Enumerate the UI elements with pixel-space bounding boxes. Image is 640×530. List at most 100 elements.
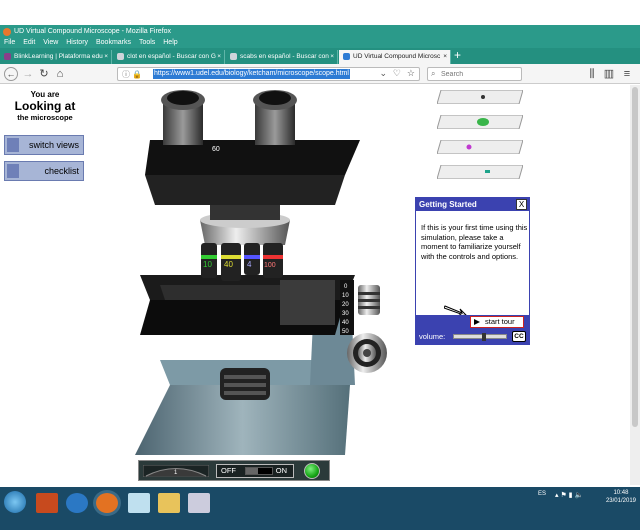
view-label-line3: the microscope [17, 113, 73, 122]
menu-tools[interactable]: Tools [139, 39, 155, 46]
objective-40x[interactable]: 40 [221, 243, 241, 281]
volume-bar: volume: CC [416, 329, 529, 344]
tab-close-icon[interactable]: × [104, 50, 108, 64]
bookmark-star-icon[interactable]: ☆ [407, 68, 415, 79]
sidebar-icon[interactable]: ▥ [602, 67, 616, 81]
view-label-line1: You are [30, 90, 60, 99]
light-switch[interactable]: OFF ON [216, 464, 294, 478]
light-control-panel: 1 OFF ON [138, 460, 330, 481]
right-eyepiece[interactable] [253, 90, 297, 145]
back-button[interactable]: ← [4, 67, 18, 81]
page-scrollbar[interactable] [630, 85, 640, 485]
checklist-button[interactable]: checklist [4, 161, 84, 181]
menu-edit[interactable]: Edit [23, 39, 35, 46]
slide-4[interactable] [436, 164, 524, 180]
start-tour-button[interactable]: start tour [470, 316, 524, 328]
tab-close-icon[interactable]: × [217, 50, 221, 64]
tab-favicon [4, 53, 11, 60]
menu-icon[interactable]: ≡ [620, 67, 634, 81]
dialog-close-button[interactable]: X [516, 199, 527, 210]
tab-favicon [343, 53, 350, 60]
play-icon [474, 319, 480, 325]
volume-slider[interactable] [453, 333, 507, 341]
search-input[interactable] [441, 69, 519, 80]
clock[interactable]: 10:48 23/01/2019 [606, 489, 636, 505]
volume-label: volume: [419, 332, 446, 341]
dropdown-icon[interactable]: ⌄ [379, 68, 387, 79]
microscope-illustration: 0 10 20 30 40 50 10 40 4 100 60 [135, 90, 387, 455]
search-icon: ⌕ [431, 69, 436, 78]
stage-knob[interactable] [358, 285, 380, 315]
menu-help[interactable]: Help [163, 39, 177, 46]
dialog-body: If this is your first time using this si… [421, 223, 528, 261]
reload-button[interactable]: ↻ [37, 67, 51, 81]
tab-blinklearning[interactable]: BlinkLearning | Plataforma edu × [0, 50, 112, 64]
objective-label: 100 [264, 262, 276, 269]
search-box[interactable]: ⌕ [427, 67, 522, 81]
address-bar[interactable]: ⓘ 🔒 https://www1.udel.edu/biology/ketcha… [117, 67, 420, 81]
tab-scabs[interactable]: scabs en español - Buscar con × [226, 50, 338, 64]
firefox-icon [3, 28, 11, 36]
slide-3-graphic [436, 139, 524, 155]
microscope-head [145, 140, 360, 175]
firefox-taskbar-icon[interactable] [96, 493, 118, 513]
objective-label: 4 [247, 260, 252, 269]
menu-history[interactable]: History [66, 39, 88, 46]
url-text[interactable]: https://www1.udel.edu/biology/ketcham/mi… [153, 69, 350, 79]
tour-bar: start tour [416, 315, 529, 329]
objective-100x[interactable]: 100 [263, 243, 283, 278]
menu-bar: File Edit View History Bookmarks Tools H… [0, 38, 640, 48]
focus-knob[interactable] [347, 333, 387, 373]
slide-3[interactable] [436, 139, 524, 155]
objective-label: 10 [203, 260, 212, 269]
window-title: UD Virtual Compound Microscope - Mozilla… [14, 28, 172, 35]
tab-label: UD Virtual Compound Microsc [353, 53, 441, 60]
site-info-icon[interactable]: ⓘ 🔒 [122, 69, 142, 80]
tab-label: clot en español - Buscar con G [127, 53, 216, 60]
start-tour-label: start tour [485, 317, 515, 326]
slide-4-graphic [436, 164, 524, 180]
language-indicator[interactable]: ES [538, 491, 546, 497]
scroll-thumb[interactable] [632, 87, 638, 427]
start-button[interactable] [4, 491, 26, 513]
library-icon[interactable]: ⫼ [585, 67, 599, 81]
view-label-line2: Looking at [14, 99, 76, 113]
switch-views-label: switch views [28, 140, 79, 150]
menu-view[interactable]: View [43, 39, 58, 46]
app-taskbar-icon[interactable] [128, 493, 150, 513]
tab-clot[interactable]: clot en español - Buscar con G × [113, 50, 225, 64]
closed-captions-button[interactable]: CC [512, 331, 526, 342]
switch-on-label: ON [275, 466, 287, 475]
tab-favicon [117, 53, 124, 60]
stage-scale-label: 10 [342, 293, 349, 299]
slide-2[interactable] [436, 114, 524, 130]
internet-explorer-icon[interactable] [66, 493, 88, 513]
switch-views-button[interactable]: switch views [4, 135, 84, 155]
forward-button[interactable]: → [21, 67, 35, 81]
file-explorer-icon[interactable] [158, 493, 180, 513]
menu-file[interactable]: File [4, 39, 15, 46]
getting-started-dialog: Getting Started X If this is your first … [415, 197, 530, 345]
new-tab-button[interactable]: + [454, 48, 461, 63]
tab-close-icon[interactable]: × [330, 50, 334, 64]
objective-4x[interactable]: 4 [244, 243, 260, 275]
button-tab-icon [7, 164, 19, 178]
tab-bar: BlinkLearning | Plataforma edu × clot en… [0, 48, 640, 64]
tab-microscope[interactable]: UD Virtual Compound Microsc × [339, 50, 451, 64]
menu-bookmarks[interactable]: Bookmarks [96, 39, 131, 46]
light-intensity-dial[interactable]: 1 [143, 465, 209, 477]
left-eyepiece[interactable] [161, 90, 205, 145]
home-button[interactable]: ⌂ [53, 67, 67, 81]
pocket-icon[interactable]: ♡ [393, 68, 401, 79]
switch-toggle[interactable] [245, 467, 273, 475]
volume-slider-knob[interactable] [481, 333, 486, 341]
light-indicator [304, 463, 320, 479]
stage-scale-label: 50 [342, 329, 349, 335]
media-player-icon[interactable] [36, 493, 58, 513]
title-bar: UD Virtual Compound Microscope - Mozilla… [0, 25, 640, 38]
notepad-icon[interactable] [188, 493, 210, 513]
tab-close-icon[interactable]: × [443, 50, 447, 64]
slide-1[interactable] [436, 89, 524, 105]
objective-10x[interactable]: 10 [201, 243, 217, 278]
tray-icons[interactable]: ▴ ⚑ ▮ 🔈 [555, 491, 583, 499]
